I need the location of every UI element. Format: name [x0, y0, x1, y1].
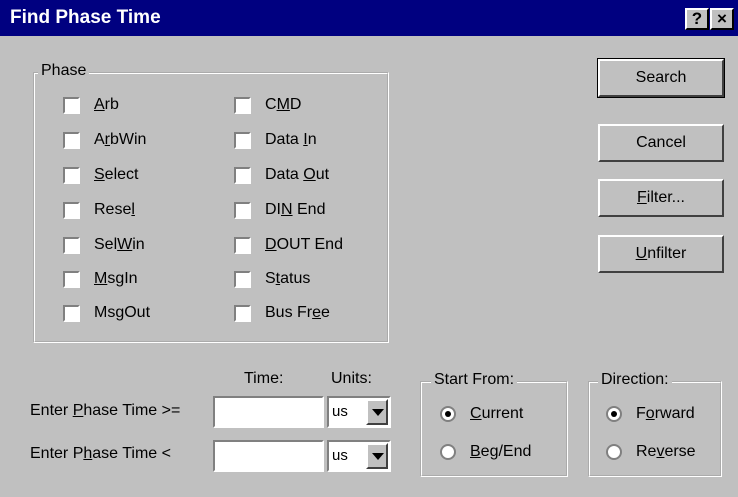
- checkbox-data-out[interactable]: Data Out: [234, 163, 329, 187]
- units-header: Units:: [331, 370, 372, 387]
- window-title: Find Phase Time: [10, 7, 161, 28]
- checkbox-box[interactable]: [234, 304, 251, 322]
- checkbox-box[interactable]: [63, 201, 80, 219]
- units-select-gte[interactable]: us: [327, 396, 391, 428]
- checkbox-box[interactable]: [234, 201, 251, 219]
- checkbox-label: CMD: [265, 96, 302, 113]
- checkbox-resel[interactable]: Resel: [63, 198, 135, 222]
- checkbox-label: SelWin: [94, 236, 145, 253]
- phase-group-label: Phase: [38, 62, 90, 80]
- radio-dot[interactable]: [440, 406, 456, 422]
- radio-label: Current: [470, 405, 524, 422]
- checkbox-msgout[interactable]: MsgOut: [63, 301, 150, 325]
- phase-time-lt-label: Enter Phase Time <: [30, 445, 171, 462]
- checkbox-label: DIN End: [265, 201, 326, 218]
- radio-dot[interactable]: [606, 406, 622, 422]
- units-select-lt[interactable]: us: [327, 440, 391, 472]
- radio-label: Beg/End: [470, 443, 532, 460]
- checkbox-box[interactable]: [63, 304, 80, 322]
- phase-time-lt-input[interactable]: [213, 440, 324, 472]
- checkbox-label: Resel: [94, 201, 135, 218]
- radio-reverse[interactable]: Reverse: [606, 440, 696, 464]
- checkbox-din-end[interactable]: DIN End: [234, 198, 325, 222]
- direction-label: Direction:: [598, 371, 672, 389]
- checkbox-status[interactable]: Status: [234, 267, 310, 291]
- checkbox-box[interactable]: [63, 96, 80, 114]
- chevron-down-icon[interactable]: [366, 443, 388, 469]
- checkbox-bus-free[interactable]: Bus Free: [234, 301, 330, 325]
- phase-time-gte-input[interactable]: [213, 396, 324, 428]
- filter-button[interactable]: Filter...: [598, 179, 724, 217]
- time-header: Time:: [244, 370, 284, 387]
- checkbox-box[interactable]: [63, 236, 80, 254]
- checkbox-label: MsgOut: [94, 304, 151, 321]
- checkbox-label: MsgIn: [94, 270, 138, 287]
- close-button[interactable]: ×: [710, 8, 734, 30]
- checkbox-box[interactable]: [234, 236, 251, 254]
- checkbox-label: ArbWin: [94, 131, 147, 148]
- checkbox-arb[interactable]: Arb: [63, 93, 119, 117]
- radio-label: Reverse: [636, 443, 696, 460]
- chevron-down-icon[interactable]: [366, 399, 388, 425]
- checkbox-arbwin[interactable]: ArbWin: [63, 128, 146, 152]
- units-value: us: [332, 403, 348, 420]
- checkbox-selwin[interactable]: SelWin: [63, 233, 145, 257]
- checkbox-box[interactable]: [234, 131, 251, 149]
- start-from-label: Start From:: [431, 371, 518, 389]
- checkbox-box[interactable]: [234, 166, 251, 184]
- checkbox-label: Bus Free: [265, 304, 330, 321]
- checkbox-cmd[interactable]: CMD: [234, 93, 301, 117]
- radio-dot[interactable]: [440, 444, 456, 460]
- checkbox-box[interactable]: [234, 270, 251, 288]
- checkbox-box[interactable]: [63, 166, 80, 184]
- search-button[interactable]: Search: [597, 58, 725, 98]
- checkbox-label: Select: [94, 166, 139, 183]
- checkbox-label: Data In: [265, 131, 317, 148]
- cancel-button[interactable]: Cancel: [598, 124, 724, 162]
- checkbox-label: Arb: [94, 96, 119, 113]
- checkbox-select[interactable]: Select: [63, 163, 138, 187]
- radio-dot[interactable]: [606, 444, 622, 460]
- radio-current[interactable]: Current: [440, 402, 523, 426]
- checkbox-msgin[interactable]: MsgIn: [63, 267, 138, 291]
- checkbox-label: Data Out: [265, 166, 330, 183]
- checkbox-box[interactable]: [234, 96, 251, 114]
- radio-label: Forward: [636, 405, 695, 422]
- checkbox-label: DOUT End: [265, 236, 343, 253]
- checkbox-dout-end[interactable]: DOUT End: [234, 233, 343, 257]
- checkbox-box[interactable]: [63, 131, 80, 149]
- radio-forward[interactable]: Forward: [606, 402, 695, 426]
- title-bar: Find Phase Time ? ×: [0, 0, 738, 36]
- help-button[interactable]: ?: [685, 8, 709, 30]
- checkbox-box[interactable]: [63, 270, 80, 288]
- unfilter-button[interactable]: Unfilter: [598, 235, 724, 273]
- find-phase-time-dialog: Find Phase Time ? × Phase Arb ArbWin Sel…: [0, 0, 738, 497]
- units-value: us: [332, 447, 348, 464]
- checkbox-data-in[interactable]: Data In: [234, 128, 317, 152]
- phase-time-gte-label: Enter Phase Time >=: [30, 402, 181, 419]
- checkbox-label: Status: [265, 270, 311, 287]
- radio-beg-end[interactable]: Beg/End: [440, 440, 531, 464]
